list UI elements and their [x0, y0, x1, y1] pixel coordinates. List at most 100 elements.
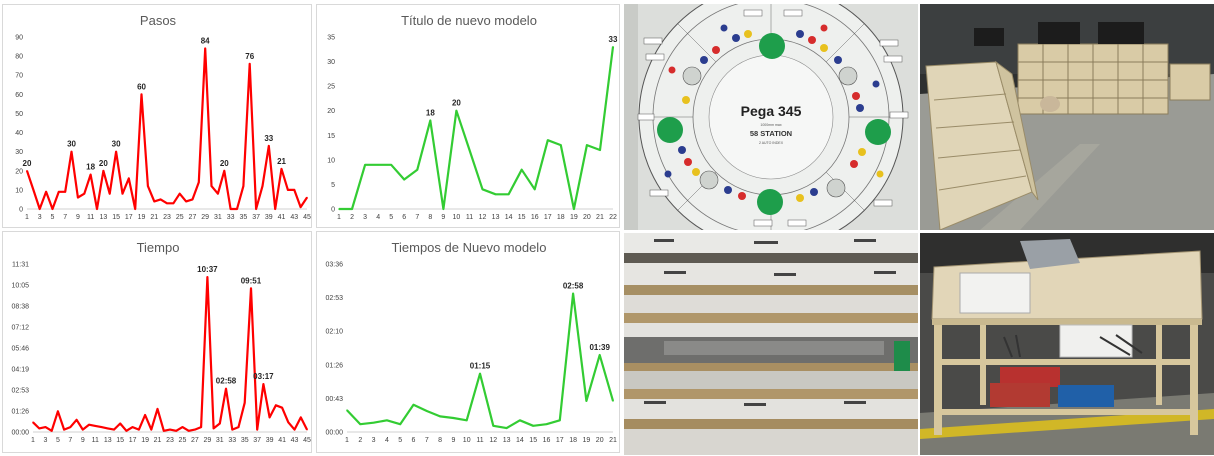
data-point — [119, 422, 121, 425]
data-point — [243, 402, 246, 404]
data-label: 02:58 — [563, 282, 584, 291]
x-tick-label: 9 — [451, 437, 455, 444]
data-point — [442, 208, 445, 210]
data-point — [299, 206, 302, 208]
data-point — [261, 185, 264, 187]
y-tick-label: 10 — [327, 157, 335, 164]
x-tick-label: 4 — [385, 437, 389, 444]
x-tick-label: 37 — [252, 214, 260, 221]
data-point — [293, 189, 296, 191]
data-point — [359, 423, 362, 426]
data-point — [121, 192, 124, 195]
y-tick-label: 50 — [15, 111, 23, 118]
data-point — [429, 119, 432, 122]
x-tick-label: 6 — [412, 437, 416, 444]
x-tick-label: 35 — [241, 437, 249, 444]
x-tick-label: 9 — [81, 437, 85, 444]
x-tick-label: 6 — [402, 214, 406, 221]
y-tick-label: 30 — [327, 59, 335, 66]
data-point — [573, 208, 575, 210]
x-tick-label: 17 — [125, 214, 133, 221]
chart-tiempo-panel: Tiempo 00:00 01:26 02:53 04:19 05:46 07:12 08:3… — [2, 231, 312, 453]
chart-pasos: Pasos01020304050607080901 3 5 7 9 11 13 15 17 19 2… — [15, 13, 311, 221]
y-tick-label: 90 — [15, 35, 23, 42]
data-point — [26, 169, 28, 172]
data-label: 20 — [220, 159, 229, 168]
data-point — [212, 427, 215, 430]
data-point — [113, 428, 115, 431]
data-point — [572, 292, 574, 295]
x-tick-label: 16 — [543, 437, 551, 444]
data-point — [399, 423, 401, 426]
data-point — [479, 372, 481, 375]
data-point — [507, 193, 510, 196]
y-tick-label: 00:43 — [325, 396, 343, 403]
data-point — [96, 208, 98, 210]
data-point — [134, 208, 136, 210]
x-tick-label: 3 — [372, 437, 376, 444]
data-point — [115, 150, 117, 153]
data-point — [106, 427, 109, 430]
data-point — [229, 208, 232, 210]
data-label: 18 — [86, 163, 95, 172]
x-tick-label: 11 — [476, 437, 483, 444]
data-point — [287, 421, 290, 424]
data-label: 20 — [23, 159, 32, 168]
y-tick-label: 02:53 — [325, 295, 343, 302]
data-point — [63, 428, 65, 431]
x-tick-label: 21 — [150, 214, 158, 221]
data-point — [150, 428, 153, 431]
x-tick-label: 45 — [303, 437, 311, 444]
x-tick-label: 2 — [350, 214, 354, 221]
x-tick-label: 10 — [453, 214, 461, 221]
workbench-image — [920, 233, 1214, 455]
data-point — [156, 408, 159, 410]
shelving-cart-image — [920, 4, 1214, 230]
data-point — [181, 426, 184, 428]
x-tick-label: 5 — [389, 214, 393, 221]
x-tick-label: 35 — [239, 214, 247, 221]
data-point — [51, 208, 54, 210]
chart-title: Pasos — [140, 13, 177, 28]
x-tick-label: 15 — [112, 214, 120, 221]
x-tick-label: 7 — [415, 214, 419, 221]
data-point — [293, 428, 296, 431]
x-tick-label: 13 — [104, 437, 112, 444]
data-point — [82, 428, 84, 431]
x-tick-label: 5 — [56, 437, 60, 444]
data-label: 33 — [609, 35, 618, 44]
y-tick-label: 20 — [327, 108, 335, 115]
x-tick-label: 8 — [428, 214, 432, 221]
data-point — [69, 426, 72, 428]
data-label: 21 — [277, 157, 286, 166]
x-tick-label: 16 — [531, 214, 539, 221]
sign-title: Pega 345 — [741, 103, 802, 119]
x-tick-label: 37 — [253, 437, 261, 444]
data-point — [138, 428, 140, 431]
data-point — [403, 178, 406, 181]
y-tick-label: 0 — [19, 207, 23, 214]
data-point — [38, 208, 41, 210]
x-tick-label: 7 — [425, 437, 429, 444]
data-point — [412, 403, 415, 406]
data-point — [585, 400, 588, 402]
series-line — [339, 46, 615, 211]
data-point — [519, 419, 521, 422]
data-label: 30 — [67, 140, 76, 149]
data-point — [45, 191, 47, 193]
data-point — [612, 400, 614, 402]
y-tick-label: 30 — [15, 149, 23, 156]
x-tick-label: 19 — [141, 437, 149, 444]
data-point — [32, 189, 35, 191]
data-label: 33 — [264, 134, 273, 143]
x-tick-label: 41 — [278, 437, 286, 444]
data-point — [275, 404, 277, 407]
chart-pasos-panel: Pasos 0 10 20 30 40 50 60 70 80 90 1 3 5 7 9 11 13 15 17 19 2… — [2, 4, 312, 228]
x-tick-label: 9 — [441, 214, 445, 221]
y-tick-label: 08:38 — [11, 304, 29, 311]
chart-tiempo: Tiempo 00:00 01:26 02:53 04:19 05:46 07:12 08:3… — [11, 240, 311, 444]
x-tick-label: 29 — [203, 437, 211, 444]
data-label: 01:15 — [470, 362, 491, 371]
x-tick-label: 11 — [87, 214, 94, 221]
data-point — [586, 144, 588, 146]
